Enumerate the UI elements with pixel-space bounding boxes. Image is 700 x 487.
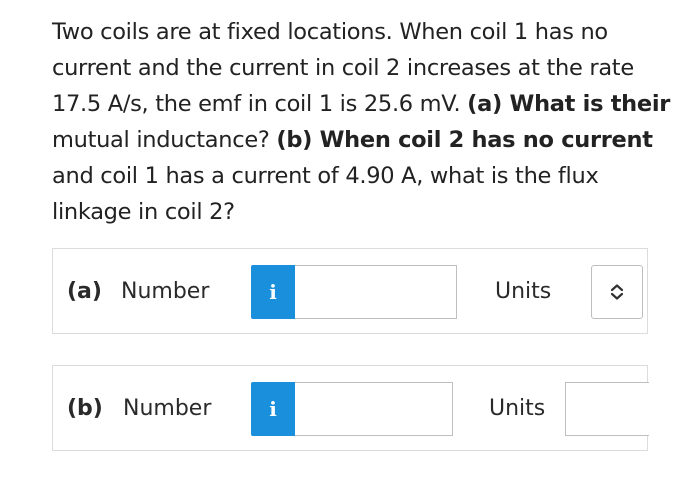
chevron-up-down-icon: [610, 284, 624, 300]
question-line-text: 17.5 A/s, the emf in coil 1 is 25.6 mV.: [52, 91, 468, 117]
units-select-a[interactable]: [591, 265, 643, 319]
answer-row-b: (b) Number i Units: [52, 365, 649, 451]
question-line: current and the current in coil 2 increa…: [52, 55, 634, 81]
question-line: Two coils are at fixed locations. When c…: [52, 19, 608, 45]
number-input-a[interactable]: [295, 265, 457, 319]
question-part-a-prompt: (a) What is their: [467, 91, 671, 117]
number-label-a: Number: [121, 279, 210, 304]
number-input-b[interactable]: [295, 382, 453, 436]
units-label-a: Units: [495, 279, 552, 304]
info-glyph: i: [269, 280, 277, 304]
units-label-b: Units: [489, 396, 546, 421]
question-line: mutual inductance? (b) When coil 2 has n…: [52, 122, 672, 158]
info-glyph: i: [269, 397, 277, 421]
number-label-b: Number: [123, 396, 212, 421]
info-icon[interactable]: i: [251, 382, 295, 436]
part-label-a: (a): [67, 279, 102, 304]
units-select-b[interactable]: [565, 382, 649, 436]
question-part-b-prompt: (b) When coil 2 has no current: [276, 127, 653, 153]
answer-row-a: (a) Number i Units: [52, 248, 648, 334]
question-line: linkage in coil 2?: [52, 199, 235, 225]
question-line: and coil 1 has a current of 4.90 A, what…: [52, 163, 599, 189]
part-label-b: (b): [67, 396, 103, 421]
question-line: 17.5 A/s, the emf in coil 1 is 25.6 mV. …: [52, 86, 672, 122]
question-line-text: mutual inductance?: [52, 127, 277, 153]
question-text: Two coils are at fixed locations. When c…: [52, 14, 672, 230]
info-icon[interactable]: i: [251, 265, 295, 319]
